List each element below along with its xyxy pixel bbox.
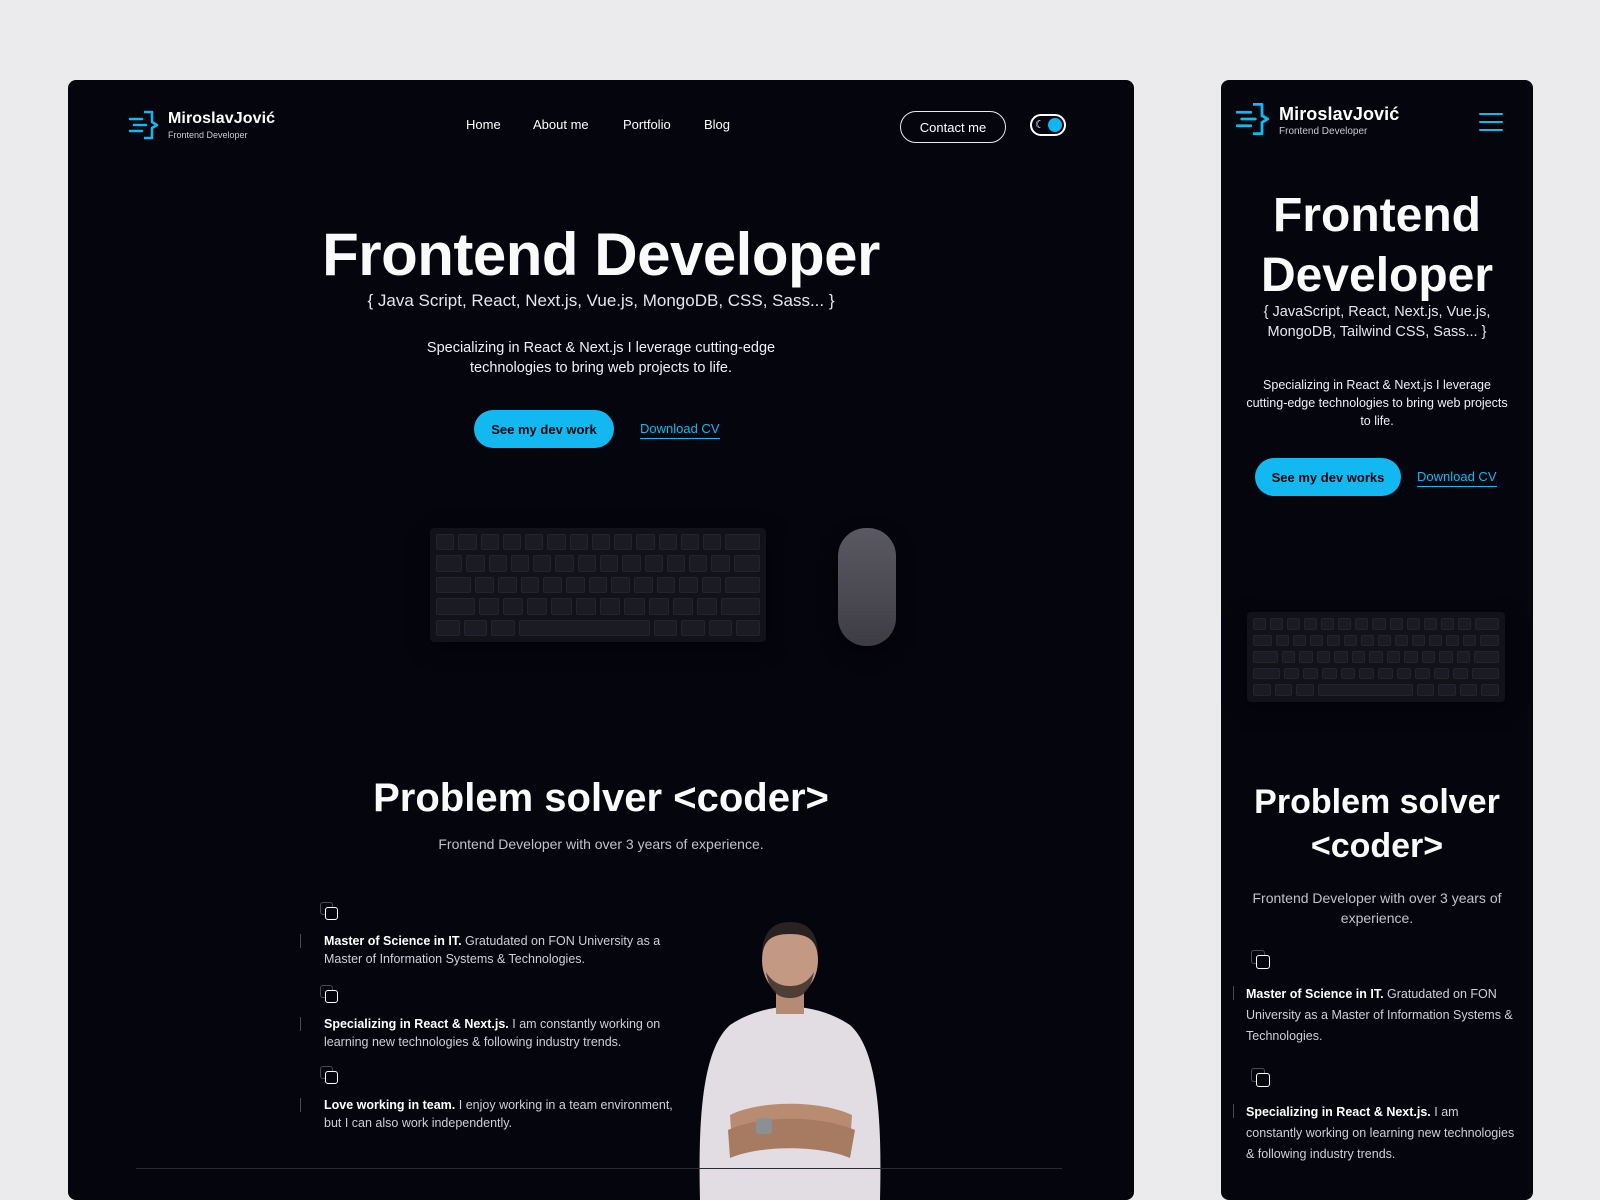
hero-description: Specializing in React & Next.js I levera… (1246, 378, 1508, 428)
copy-icon (1251, 950, 1271, 970)
theme-toggle[interactable]: ☾ (1030, 114, 1066, 136)
feature-title: Specializing in React & Next.js. (1246, 1105, 1431, 1119)
about-subtitle: Frontend Developer with over 3 years of … (1252, 890, 1502, 926)
about-subtitle: Frontend Developer with over 3 years of … (438, 836, 764, 852)
nav-about-me[interactable]: About me (533, 117, 589, 132)
download-cv-link[interactable]: Download CV (640, 421, 720, 439)
about-title: Problem solver <coder> (373, 776, 829, 820)
download-cv-link[interactable]: Download CV (1417, 469, 1497, 487)
hero-title: Frontend Developer (322, 221, 880, 288)
nav-home[interactable]: Home (466, 117, 501, 132)
hero-tech-stack: { Java Script, React, Next.js, Vue.js, M… (367, 291, 835, 310)
mouse-image (838, 528, 896, 646)
top-navigation: MiroslavJović Frontend Developer Home Ab… (68, 80, 1134, 176)
nav-blog[interactable]: Blog (704, 117, 730, 132)
profile-photo (699, 922, 881, 1200)
desktop-preview: MiroslavJović Frontend Developer Home Ab… (68, 80, 1134, 1200)
moon-icon: ☾ (1035, 119, 1045, 131)
copy-icon (320, 902, 340, 922)
copy-icon (320, 1066, 340, 1086)
about-title: Problem solver <coder> (1254, 783, 1500, 865)
hamburger-menu-icon[interactable] (1479, 113, 1503, 131)
mobile-preview: MiroslavJović Frontend Developer Fronten… (1221, 80, 1533, 1200)
keyboard-image (1247, 612, 1505, 702)
brand-tagline: Frontend Developer (1279, 126, 1368, 137)
see-dev-work-button[interactable]: See my dev work (474, 410, 614, 448)
keyboard-image (430, 528, 766, 642)
hero-title: Frontend Developer (1260, 189, 1494, 302)
hero-description: Specializing in React & Next.js I levera… (426, 340, 776, 376)
brand-name[interactable]: MiroslavJović (1279, 104, 1399, 125)
feature-title: Master of Science in IT. (1246, 987, 1384, 1001)
copy-icon (320, 985, 340, 1005)
contact-button[interactable]: Contact me (900, 111, 1006, 143)
logo-icon[interactable] (1235, 102, 1271, 136)
section-divider (136, 1168, 1062, 1169)
hero-tech-stack: { JavaScript, React, Next.js, Vue.js, Mo… (1263, 304, 1491, 340)
see-dev-works-button[interactable]: See my dev works (1255, 458, 1401, 496)
copy-icon (1251, 1068, 1271, 1088)
nav-portfolio[interactable]: Portfolio (623, 117, 671, 132)
feature-title: Specializing in React & Next.js. (324, 1017, 509, 1031)
feature-title: Master of Science in IT. (324, 934, 462, 948)
feature-title: Love working in team. (324, 1098, 456, 1112)
toggle-knob (1048, 118, 1062, 132)
